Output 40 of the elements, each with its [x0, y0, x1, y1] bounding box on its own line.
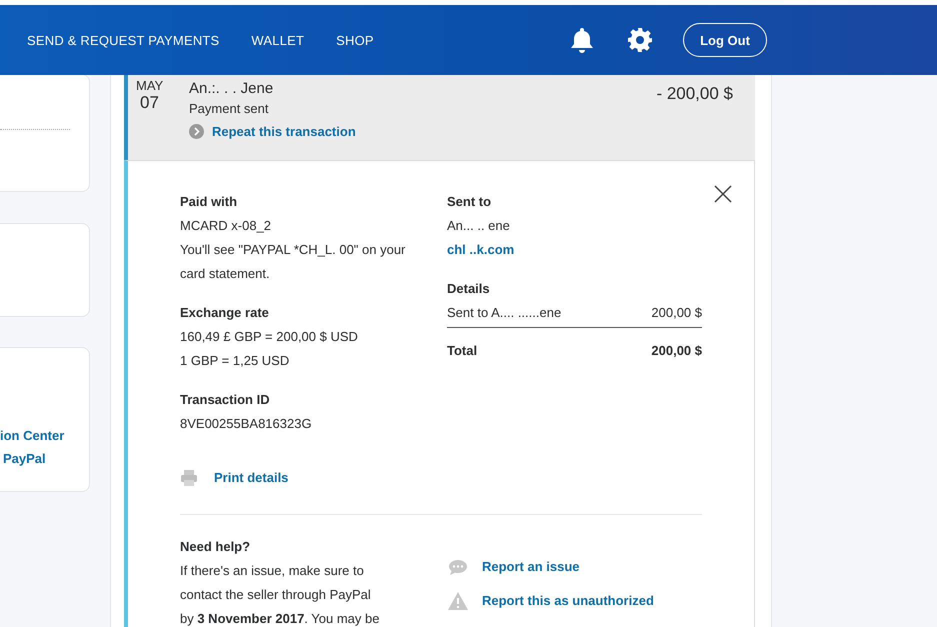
recipient-name: An... .. ene [447, 217, 510, 235]
nav-link[interactable]: WALLET [251, 32, 304, 48]
sidebar-link[interactable]: ion Center [0, 428, 64, 443]
exchange-rate: 160,49 £ GBP = 200,00 $ USD [180, 328, 358, 346]
speech-bubble-icon [448, 558, 468, 576]
printer-icon [180, 469, 198, 487]
transaction-id: 8VE00255BA816323G [180, 415, 312, 433]
transaction-amount: - 200,00 $ [656, 84, 733, 104]
sidebar-link[interactable]: PayPal [3, 451, 46, 466]
section-heading: Paid with [180, 193, 238, 211]
detail-label: Sent to A.... ......ene [447, 304, 562, 322]
transaction-status: Payment sent [189, 101, 268, 116]
card-number: MCARD x-08_2 [180, 217, 272, 235]
section-heading: Sent to [447, 193, 492, 211]
warning-icon [448, 592, 468, 610]
nav-link[interactable]: SHOP [336, 32, 374, 48]
exchange-rate: 1 GBP = 1,25 USD [180, 352, 290, 370]
close-icon[interactable] [714, 185, 732, 203]
section-heading: Need help? [180, 538, 250, 556]
total-label: Total [447, 342, 478, 360]
nav-link[interactable]: SEND & REQUEST PAYMENTS [27, 32, 220, 48]
section-heading: Exchange rate [180, 304, 269, 322]
section-heading: Details [447, 280, 490, 298]
detail-amount: 200,00 $ [651, 304, 702, 322]
total-amount: 200,00 $ [651, 342, 702, 360]
date-month: MAY [136, 78, 164, 93]
report-link[interactable]: Report an issue [448, 555, 580, 579]
report-link[interactable]: Report this as unauthorized [448, 589, 654, 613]
recipient-name: An.:. . . Jene [189, 80, 274, 97]
logout-button[interactable]: Log Out [683, 23, 767, 57]
help-text: If there's an issue, make sure to contact the seller through PayPal by 3 November 2017. You may be [180, 562, 380, 627]
chevron-icon [189, 124, 204, 139]
bell-icon[interactable] [570, 27, 594, 53]
print-link[interactable]: Print details [180, 466, 288, 490]
email-link[interactable]: chl ..k.com [447, 238, 514, 262]
statement-note: You'll see "PAYPAL *CH_L. 00" on your card statement. [180, 241, 406, 283]
section-heading: Transaction ID [180, 391, 270, 409]
settings-icon[interactable] [627, 27, 653, 53]
repeat-link[interactable]: Repeat this transaction [189, 124, 356, 139]
date-day: 07 [140, 93, 159, 113]
